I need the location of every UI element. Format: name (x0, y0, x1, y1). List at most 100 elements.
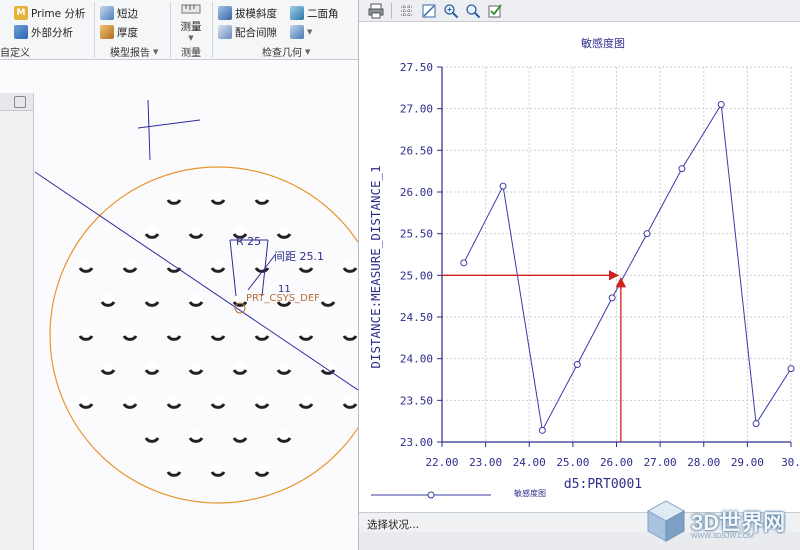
sensitivity-chart[interactable]: 22.00 23.00 24.00 25.00 26.00 27.00 28.00 29.00… (359, 22, 800, 512)
watermark: 3D世界网 WWW.3DSJW.COM (645, 495, 797, 547)
distance-dimension-label: 间距 25.1 (274, 250, 324, 263)
x-tick-label: 29.00 (731, 456, 764, 469)
print-icon (368, 3, 384, 18)
y-tick-label: 27.50 (400, 61, 433, 74)
prime-analysis-label: Prime 分析 (31, 7, 86, 20)
draft-label: 拔模斜度 (235, 7, 277, 20)
draft-icon (218, 6, 232, 20)
y-tick-label: 23.00 (400, 436, 433, 449)
clearance-label: 配合间隙 (235, 26, 277, 39)
series-line (463, 102, 792, 432)
dihedral-icon (290, 6, 304, 20)
measure-button[interactable]: 测量 ▼ (175, 2, 207, 42)
x-tick-label: 30. (781, 456, 800, 469)
data-point (678, 165, 686, 173)
clearance-icon (218, 25, 232, 39)
cube-logo-icon (646, 500, 686, 542)
inspect-group-label[interactable]: 检查几何 ▼ (262, 44, 310, 60)
watermark-url: WWW.3DSJW.COM (691, 533, 754, 540)
fit-button[interactable] (420, 2, 438, 20)
fit-icon (422, 4, 436, 17)
custom-group-label: 自定义 (0, 48, 30, 59)
y-tick-label: 25.50 (400, 228, 433, 241)
chart-title: 敏感度图 (581, 36, 625, 50)
curvature-icon (290, 25, 304, 39)
prime-analysis-button[interactable]: M Prime 分析 (14, 4, 85, 22)
data-point (573, 361, 581, 368)
legend-label: 敏感度图 (514, 488, 546, 498)
ribbon: M Prime 分析 外部分析 自定义 短边 厚度 模型报告 ▼ 测量 ▼ 测量 … (0, 0, 358, 60)
small-dimension-label: 11 (278, 284, 291, 295)
x-tick-label: 28.00 (687, 456, 720, 469)
short-edge-button[interactable]: 短边 (100, 4, 138, 22)
x-tick-label: 26.00 (600, 456, 633, 469)
y-tick-label: 26.00 (400, 186, 433, 199)
more-analysis-button[interactable]: ▼ (290, 23, 312, 41)
short-edge-icon (100, 6, 114, 20)
thickness-label: 厚度 (117, 26, 138, 39)
chart-grid (441, 66, 792, 443)
x-tick-label: 24.00 (513, 456, 546, 469)
data-point (787, 365, 795, 373)
prime-icon: M (14, 6, 28, 20)
dihedral-button[interactable]: 二面角 (290, 4, 339, 22)
zoom-in-icon (444, 3, 459, 18)
y-tick-label: 23.50 (400, 394, 433, 407)
more-analysis-dropdown-icon[interactable]: ▼ (307, 28, 312, 36)
chart-x-axis-label: d5:PRT0001 (564, 477, 642, 492)
y-tick-label: 24.00 (400, 353, 433, 366)
x-tick-label: 23.00 (469, 456, 502, 469)
y-tick-label: 26.50 (400, 144, 433, 157)
x-tick-label: 27.00 (644, 456, 677, 469)
chart-series (460, 101, 795, 434)
short-edge-label: 短边 (117, 7, 138, 20)
measure-label: 测量 (180, 21, 202, 33)
data-point (538, 426, 546, 434)
model-report-group-label[interactable]: 模型报告 ▼ (110, 44, 158, 60)
data-point (499, 182, 507, 190)
measure-dropdown-icon[interactable]: ▼ (188, 34, 193, 42)
print-button[interactable] (367, 2, 385, 20)
data-point (752, 420, 760, 428)
radius-dimension-label: R 25 (236, 235, 261, 248)
status-text: 选择状况... (367, 519, 420, 531)
data-point (717, 101, 725, 108)
data-point (608, 294, 616, 302)
external-analysis-label: 外部分析 (31, 26, 73, 39)
external-analysis-icon (14, 25, 28, 39)
x-tick-label: 25.00 (556, 456, 589, 469)
top-marker-cross (137, 119, 201, 129)
check-button[interactable] (486, 2, 504, 20)
y-tick-label: 25.00 (400, 269, 433, 282)
data-point (460, 259, 468, 267)
datum-axis-line (34, 171, 358, 391)
radius-leader (229, 239, 237, 297)
model-viewport[interactable]: R 25 间距 25.1 PRT_CSYS_DEF 11 (0, 60, 358, 550)
zoom-button[interactable] (464, 2, 482, 20)
grid-icon (401, 4, 413, 17)
zoom-icon (466, 3, 481, 18)
thickness-button[interactable]: 厚度 (100, 23, 138, 41)
x-tick-label: 22.00 (425, 456, 458, 469)
chart-legend: 敏感度图 (371, 488, 546, 499)
tree-settings-icon[interactable] (14, 96, 26, 108)
draft-button[interactable]: 拔模斜度 (218, 4, 277, 22)
grid-button[interactable] (398, 2, 416, 20)
chart-axes: 22.00 23.00 24.00 25.00 26.00 27.00 28.00 29.00… (400, 61, 800, 469)
measure-icon (181, 4, 201, 14)
graph-window: 22.00 23.00 24.00 25.00 26.00 27.00 28.00 29.00… (358, 0, 800, 550)
zoom-in-button[interactable] (442, 2, 460, 20)
external-analysis-button[interactable]: 外部分析 (14, 23, 73, 41)
graph-toolbar (359, 0, 800, 22)
top-marker-line (147, 99, 151, 161)
y-tick-label: 24.50 (400, 311, 433, 324)
measure-group-label: 测量 (181, 48, 201, 59)
model-tree-header (0, 93, 33, 111)
model-canvas[interactable]: R 25间距 25.1PRT_CSYS_DEF11 (0, 60, 358, 550)
check-icon (488, 3, 502, 17)
legend-marker (427, 491, 435, 499)
clearance-button[interactable]: 配合间隙 (218, 23, 277, 41)
y-tick-label: 27.00 (400, 103, 433, 116)
thickness-icon (100, 25, 114, 39)
model-tree-panel[interactable] (0, 93, 34, 550)
